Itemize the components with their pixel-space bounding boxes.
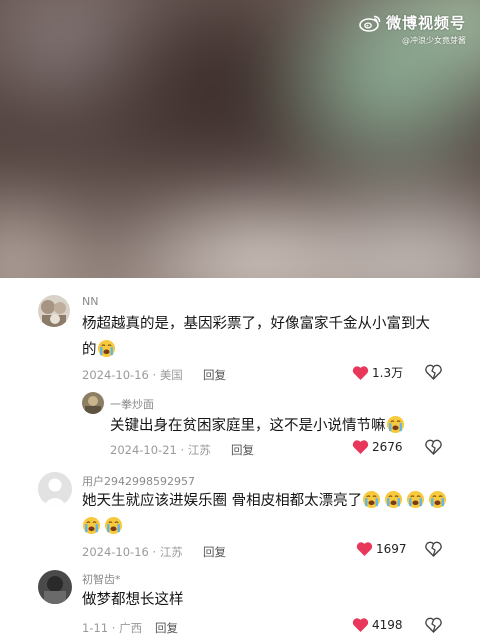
like-count: 1697 — [376, 542, 407, 556]
comment-text: 做梦都想长这样 — [82, 592, 184, 608]
avatar-image — [38, 570, 72, 604]
comment-location: 广西 — [119, 621, 143, 635]
reply-button[interactable]: 回复 — [155, 620, 178, 636]
like-button[interactable]: 1.3万 — [352, 364, 403, 381]
video-player[interactable]: 微博视频号 @冲浪少女竟芽酱 — [0, 0, 480, 278]
avatar[interactable] — [82, 392, 104, 414]
broken-heart-icon[interactable] — [425, 364, 442, 380]
comment-text-line: 杨超越真的是，基因彩票了，好像富家千金从小富到大 — [82, 316, 430, 332]
comment-username[interactable]: NN — [82, 295, 98, 308]
loudly-crying-face-icon — [104, 516, 123, 535]
comment-text-line: 的 — [82, 342, 97, 358]
comment-date: 2024-10-16 — [82, 368, 149, 382]
like-count: 4198 — [372, 618, 403, 632]
like-count: 1.3万 — [372, 366, 404, 380]
like-button[interactable]: 4198 — [352, 617, 403, 633]
comment-text: 杨超越真的是，基因彩票了，好像富家千金从小富到大 的 — [82, 311, 462, 363]
comment-location: 美国 — [159, 368, 183, 382]
like-button[interactable]: 1697 — [356, 541, 407, 557]
default-avatar-icon — [38, 472, 72, 506]
comment-meta: 2024-10-16 · 美国 — [82, 368, 183, 382]
avatar[interactable] — [38, 472, 72, 506]
like-count: 2676 — [372, 440, 403, 454]
comment-username[interactable]: 一拳炒面 — [110, 396, 154, 412]
watermark-brand: 微博视频号 — [385, 14, 466, 32]
like-button[interactable]: 2676 — [352, 439, 403, 455]
loudly-crying-face-icon — [429, 490, 447, 509]
comment-meta: 2024-10-21 · 江苏 — [110, 443, 211, 457]
loudly-crying-face-icon — [385, 490, 403, 509]
weibo-watermark: 微博视频号 @冲浪少女竟芽酱 — [359, 12, 466, 46]
reply-button[interactable]: 回复 — [231, 442, 254, 458]
comment-date: 2024-10-21 — [110, 443, 177, 457]
avatar-image — [38, 295, 70, 327]
comment-meta: 1-11 · 广西 — [82, 621, 143, 635]
avatar[interactable] — [38, 295, 70, 327]
reply-button[interactable]: 回复 — [203, 367, 226, 383]
comment-username[interactable]: 用户2942998592957 — [82, 473, 195, 489]
loudly-crying-face-icon — [97, 339, 115, 358]
heart-icon — [352, 365, 369, 380]
loudly-crying-face-icon — [386, 415, 404, 434]
comment-location: 江苏 — [187, 443, 211, 457]
avatar[interactable] — [38, 570, 72, 604]
comment-text: 关键出身在贫困家庭里，这不是小说情节嘛 — [110, 414, 460, 438]
broken-heart-icon[interactable] — [425, 617, 442, 633]
comment-date: 2024-10-16 — [82, 545, 149, 559]
heart-icon — [352, 440, 369, 454]
comment-text: 她天生就应该进娱乐圈 骨相皮相都太漂亮了 — [82, 488, 462, 540]
avatar-image — [82, 392, 104, 414]
heart-icon — [356, 542, 373, 556]
heart-icon — [352, 618, 369, 632]
loudly-crying-face-icon — [363, 490, 381, 509]
comment-text-line: 她天生就应该进娱乐圈 骨相皮相都太漂亮了 — [82, 493, 363, 509]
comment-date: 1-11 — [82, 621, 109, 635]
loudly-crying-face-icon — [407, 490, 425, 509]
broken-heart-icon[interactable] — [425, 439, 442, 455]
weibo-logo-icon — [359, 15, 381, 32]
watermark-handle: @冲浪少女竟芽酱 — [402, 36, 466, 45]
loudly-crying-face-icon — [82, 516, 101, 535]
comment-text-line: 关键出身在贫困家庭里，这不是小说情节嘛 — [110, 418, 386, 434]
comment-username[interactable]: 初智齿* — [82, 571, 121, 587]
comment-location: 江苏 — [159, 545, 183, 559]
broken-heart-icon[interactable] — [425, 541, 442, 557]
reply-button[interactable]: 回复 — [203, 544, 226, 560]
comment-meta: 2024-10-16 · 江苏 — [82, 545, 183, 559]
